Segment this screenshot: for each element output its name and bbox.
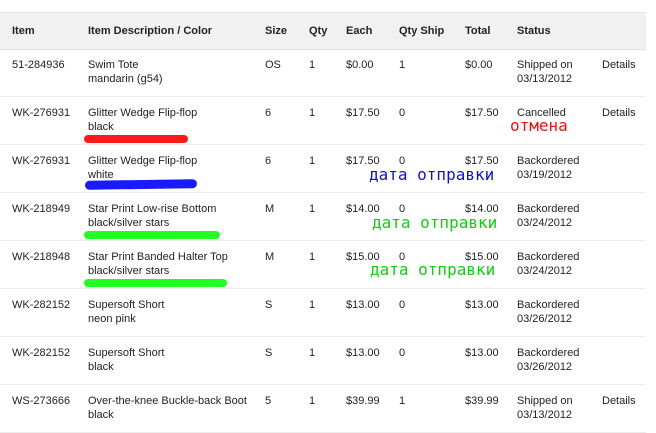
item-description: Supersoft Short xyxy=(88,299,165,311)
item-number: WK-282152 xyxy=(12,299,71,311)
header-qty-ship: Qty Ship xyxy=(399,25,445,37)
item-size: M xyxy=(265,251,275,263)
blue-underline-mark xyxy=(84,179,198,190)
red-underline-mark xyxy=(84,135,188,143)
item-total: $39.99 xyxy=(465,395,499,407)
details-link[interactable]: Details xyxy=(602,394,636,408)
item-qty: 1 xyxy=(309,203,316,215)
item-status-date: 03/24/2012 xyxy=(517,217,573,229)
header-size: Size xyxy=(265,25,288,37)
item-number: WK-218949 xyxy=(12,203,71,215)
green-underline-mark xyxy=(84,231,220,239)
item-qty-ship: 0 xyxy=(399,299,406,311)
item-total: $0.00 xyxy=(465,59,493,71)
item-qty-ship: 1 xyxy=(399,395,406,407)
details-link[interactable]: Details xyxy=(602,58,636,72)
item-color: mandarin (g54) xyxy=(88,73,163,85)
annotation-ship-date: дата отправки xyxy=(369,165,495,184)
item-status: Backordered xyxy=(517,347,580,359)
item-qty: 1 xyxy=(309,155,316,167)
item-size: OS xyxy=(265,59,281,71)
details-link[interactable]: Details xyxy=(602,106,636,120)
item-qty: 1 xyxy=(309,59,316,71)
item-description: Supersoft Short xyxy=(88,347,165,359)
item-status: Backordered xyxy=(517,155,580,167)
item-each-price: $13.00 xyxy=(346,299,380,311)
item-total: $13.00 xyxy=(465,347,499,359)
item-color: black/silver stars xyxy=(88,217,170,229)
item-size: 6 xyxy=(265,155,272,167)
item-qty-ship: 1 xyxy=(399,59,406,71)
item-total: $13.00 xyxy=(465,299,499,311)
item-each-price: $0.00 xyxy=(346,59,374,71)
item-number: WK-282152 xyxy=(12,347,71,359)
item-size: 5 xyxy=(265,395,272,407)
item-description: Glitter Wedge Flip-flop xyxy=(88,155,198,167)
item-each-price: $17.50 xyxy=(346,107,380,119)
item-status-date: 03/13/2012 xyxy=(517,409,573,421)
item-color: black xyxy=(88,121,114,133)
item-description: Star Print Low-rise Bottom xyxy=(88,203,217,215)
item-status-date: 03/24/2012 xyxy=(517,265,573,277)
item-description: Swim Tote xyxy=(88,59,139,71)
item-status-date: 03/13/2012 xyxy=(517,73,573,85)
item-color: black xyxy=(88,409,114,421)
item-number: 51-284936 xyxy=(12,59,65,71)
item-description: Glitter Wedge Flip-flop xyxy=(88,107,198,119)
item-size: 6 xyxy=(265,107,272,119)
annotation-ship-date: дата отправки xyxy=(372,213,498,232)
header-item: Item xyxy=(12,25,35,37)
item-qty: 1 xyxy=(309,395,316,407)
item-status: Shipped on xyxy=(517,59,573,71)
annotation-cancel: отмена xyxy=(510,116,568,135)
item-number: WK-276931 xyxy=(12,155,71,167)
item-qty: 1 xyxy=(309,107,316,119)
item-status: Backordered xyxy=(517,251,580,263)
item-total: $17.50 xyxy=(465,107,499,119)
item-description: Star Print Banded Halter Top xyxy=(88,251,228,263)
header-qty: Qty xyxy=(309,25,328,37)
item-each-price: $39.99 xyxy=(346,395,380,407)
item-status: Shipped on xyxy=(517,395,573,407)
item-description: Over-the-knee Buckle-back Boot xyxy=(88,395,247,407)
item-color: neon pink xyxy=(88,313,136,325)
header-each: Each xyxy=(346,25,373,37)
item-number: WK-218948 xyxy=(12,251,71,263)
item-size: M xyxy=(265,203,275,215)
item-color: black xyxy=(88,361,114,373)
item-status: Backordered xyxy=(517,203,580,215)
item-qty-ship: 0 xyxy=(399,107,406,119)
green-underline-mark xyxy=(84,279,227,287)
item-status: Backordered xyxy=(517,299,580,311)
item-qty: 1 xyxy=(309,299,316,311)
item-color: black/silver stars xyxy=(88,265,170,277)
item-qty: 1 xyxy=(309,251,316,263)
header-description: Item Description / Color xyxy=(88,25,213,37)
annotation-ship-date: дата отправки xyxy=(370,260,496,279)
header-status: Status xyxy=(517,25,551,37)
item-size: S xyxy=(265,347,273,359)
item-each-price: $13.00 xyxy=(346,347,380,359)
item-number: WS-273666 xyxy=(12,395,71,407)
item-qty: 1 xyxy=(309,347,316,359)
item-qty-ship: 0 xyxy=(399,347,406,359)
item-status-date: 03/19/2012 xyxy=(517,169,573,181)
header-total: Total xyxy=(465,25,491,37)
item-status-date: 03/26/2012 xyxy=(517,313,573,325)
item-number: WK-276931 xyxy=(12,107,71,119)
item-size: S xyxy=(265,299,273,311)
item-status-date: 03/26/2012 xyxy=(517,361,573,373)
